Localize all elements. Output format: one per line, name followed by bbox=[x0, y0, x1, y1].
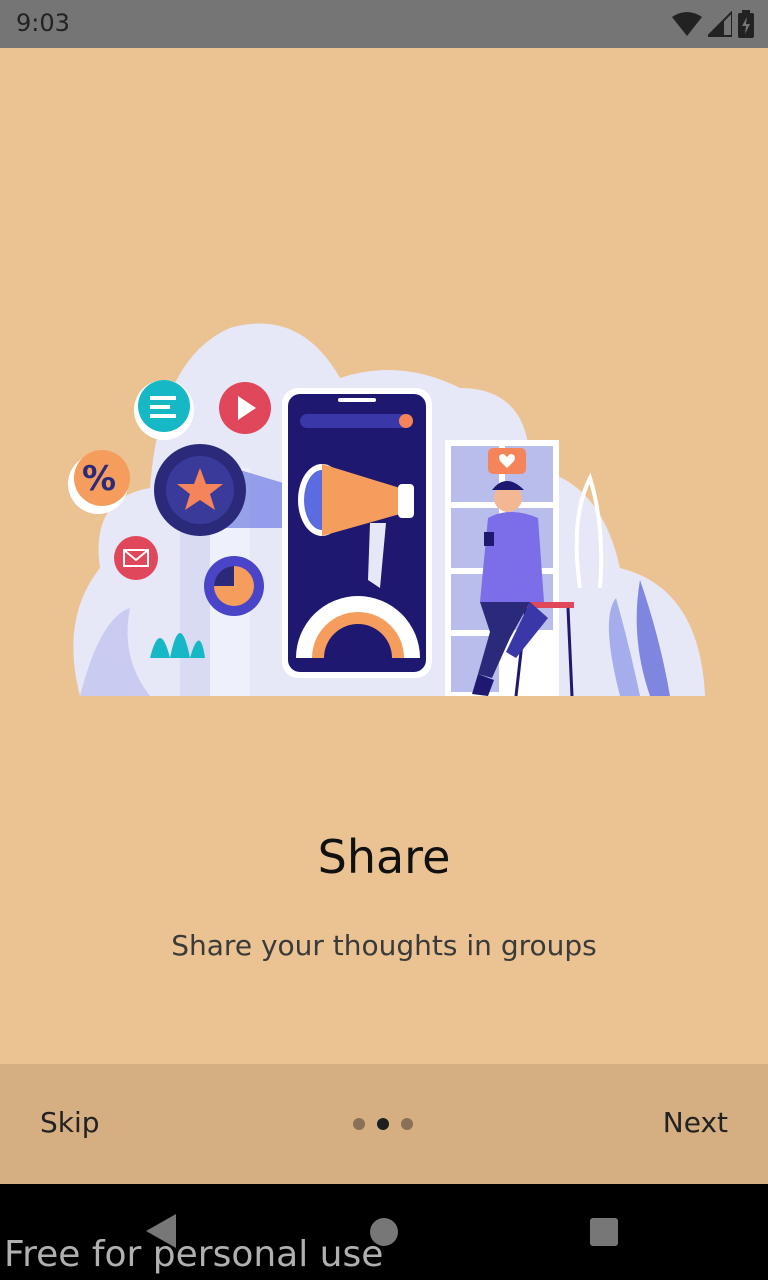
signal-icon bbox=[708, 11, 732, 37]
battery-icon bbox=[738, 10, 754, 38]
share-illustration: % bbox=[68, 323, 706, 697]
mail-bubble-icon bbox=[114, 536, 158, 580]
wifi-icon bbox=[672, 12, 702, 36]
watermark-text: Free for personal use bbox=[4, 1234, 384, 1275]
onboarding-title: Share bbox=[317, 830, 451, 884]
recent-apps-icon[interactable] bbox=[590, 1218, 618, 1246]
page-indicator bbox=[353, 1118, 413, 1130]
page-dot-2-active[interactable] bbox=[377, 1118, 389, 1130]
status-bar: 9:03 bbox=[0, 0, 768, 48]
svg-text:%: % bbox=[82, 459, 116, 499]
status-icons bbox=[672, 10, 754, 38]
onboarding-subtitle: Share your thoughts in groups bbox=[171, 929, 597, 962]
next-button[interactable]: Next bbox=[663, 1106, 728, 1139]
skip-button[interactable]: Skip bbox=[40, 1106, 100, 1139]
page-dot-1[interactable] bbox=[353, 1118, 365, 1130]
status-time: 9:03 bbox=[16, 9, 70, 37]
page-dot-3[interactable] bbox=[401, 1118, 413, 1130]
